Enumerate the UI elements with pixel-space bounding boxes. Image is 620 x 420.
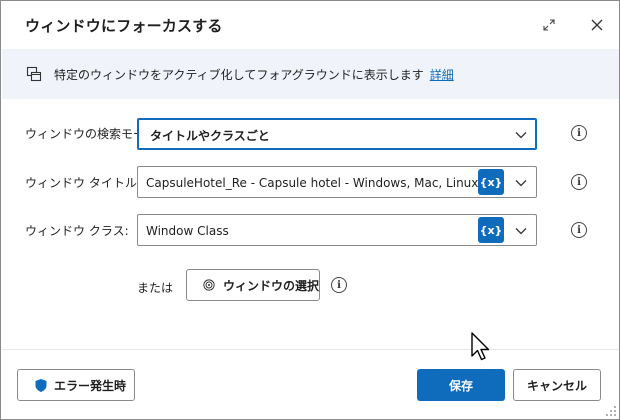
focus-window-dialog: ウィンドウにフォーカスする 特定のウィンドウをアクティブ化してフォアグラウンドに… [0,0,620,420]
footer-divider [2,349,619,350]
window-focus-icon [26,66,42,82]
chevron-down-icon [515,132,527,139]
chevron-down-icon[interactable] [514,176,528,190]
select-window-label: ウィンドウの選択 [222,278,319,293]
search-mode-value: タイトルやクラスごと [150,129,270,143]
dialog-title: ウィンドウにフォーカスする [25,17,223,35]
window-title-variable-button[interactable]: {x} [478,169,504,195]
on-error-label: エラー発生時 [54,378,127,393]
window-title-label: ウィンドウ タイトル: [25,176,141,190]
close-button[interactable] [587,15,607,35]
mouse-cursor-icon [471,332,490,361]
window-class-value: Window Class [146,224,229,238]
details-link[interactable]: 詳細 [430,68,454,82]
dialog-titlebar: ウィンドウにフォーカスする [1,1,619,49]
shield-icon [35,378,47,392]
search-mode-dropdown[interactable]: タイトルやクラスごと [137,118,537,150]
window-class-label: ウィンドウ クラス: [25,224,129,238]
info-description: 特定のウィンドウをアクティブ化してフォアグラウンドに表示します [54,68,424,82]
select-window-help-icon[interactable]: i [331,277,347,293]
window-title-field[interactable]: CapsuleHotel_Re - Capsule hotel - Window… [137,166,537,198]
or-label: または [137,281,174,295]
window-title-help-icon[interactable]: i [571,174,587,190]
close-icon [591,19,603,31]
save-button[interactable]: 保存 [417,369,505,401]
window-class-help-icon[interactable]: i [571,222,587,238]
search-mode-help-icon[interactable]: i [571,125,587,141]
window-title-value: CapsuleHotel_Re - Capsule hotel - Window… [146,176,480,190]
select-window-button[interactable]: ウィンドウの選択 [186,269,320,301]
info-text: 特定のウィンドウをアクティブ化してフォアグラウンドに表示します 詳細 [54,66,454,83]
on-error-button[interactable]: エラー発生時 [17,369,135,401]
cancel-button[interactable]: キャンセル [513,369,601,401]
resize-grip-icon[interactable] [605,405,617,417]
window-class-variable-button[interactable]: {x} [478,217,504,243]
window-class-field[interactable]: Window Class {x} [137,214,537,246]
expand-icon [543,19,555,31]
target-icon [203,279,215,291]
chevron-down-icon[interactable] [514,224,528,238]
expand-button[interactable] [539,15,559,35]
info-bar: 特定のウィンドウをアクティブ化してフォアグラウンドに表示します 詳細 [2,49,619,99]
